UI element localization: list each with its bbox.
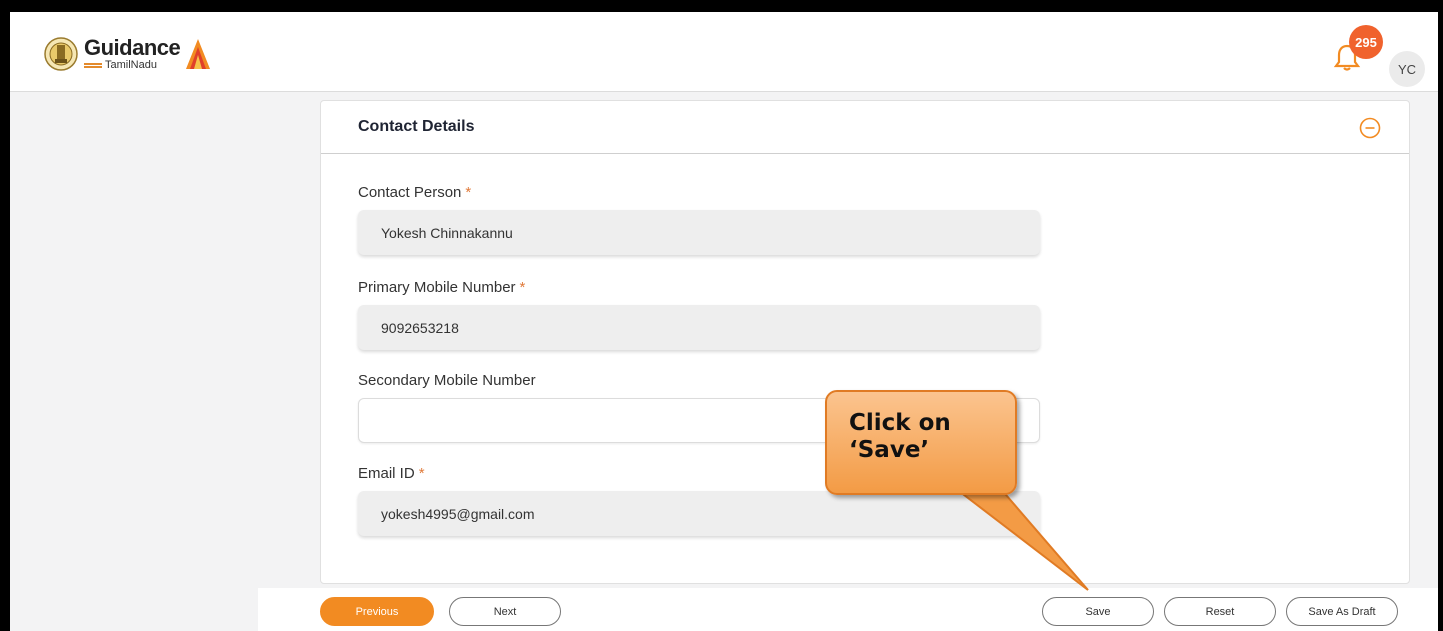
email-field[interactable] bbox=[358, 491, 1040, 536]
callout-line-2: ‘Save’ bbox=[849, 437, 930, 463]
notification-badge[interactable]: 295 bbox=[1349, 25, 1383, 59]
contact-person-label: Contact Person * bbox=[358, 184, 472, 201]
instruction-callout: Click on ‘Save’ bbox=[825, 390, 1017, 495]
avatar[interactable]: YC bbox=[1389, 51, 1425, 87]
save-button[interactable]: Save bbox=[1042, 597, 1154, 626]
minus-circle-icon[interactable] bbox=[1359, 117, 1381, 139]
save-as-draft-button[interactable]: Save As Draft bbox=[1286, 597, 1398, 626]
email-label: Email ID * bbox=[358, 465, 425, 482]
form-footer: Previous Next Save Reset Save As Draft bbox=[258, 588, 1438, 631]
required-marker: * bbox=[465, 184, 472, 201]
primary-mobile-label: Primary Mobile Number * bbox=[358, 279, 526, 296]
next-button[interactable]: Next bbox=[449, 597, 561, 626]
top-header: Guidance TamilNadu 295 YC bbox=[10, 12, 1438, 92]
flame-logo-icon bbox=[186, 39, 211, 69]
brand-subtitle: TamilNadu bbox=[105, 59, 157, 71]
brand-name: Guidance bbox=[84, 35, 181, 60]
guidance-logo[interactable]: Guidance TamilNadu bbox=[44, 34, 212, 74]
required-marker: * bbox=[418, 465, 425, 482]
contact-person-field[interactable] bbox=[358, 210, 1040, 255]
card-header[interactable]: Contact Details bbox=[321, 101, 1409, 154]
section-title: Contact Details bbox=[358, 118, 475, 135]
primary-mobile-field[interactable] bbox=[358, 305, 1040, 350]
secondary-mobile-label: Secondary Mobile Number bbox=[358, 372, 536, 389]
contact-details-card: Contact Details Contact Person* Primary … bbox=[320, 100, 1410, 584]
previous-button[interactable]: Previous bbox=[320, 597, 434, 626]
required-marker: * bbox=[519, 279, 526, 296]
reset-button[interactable]: Reset bbox=[1164, 597, 1276, 626]
callout-line-1: Click on bbox=[849, 410, 951, 436]
tamilnadu-emblem-icon bbox=[44, 37, 78, 71]
